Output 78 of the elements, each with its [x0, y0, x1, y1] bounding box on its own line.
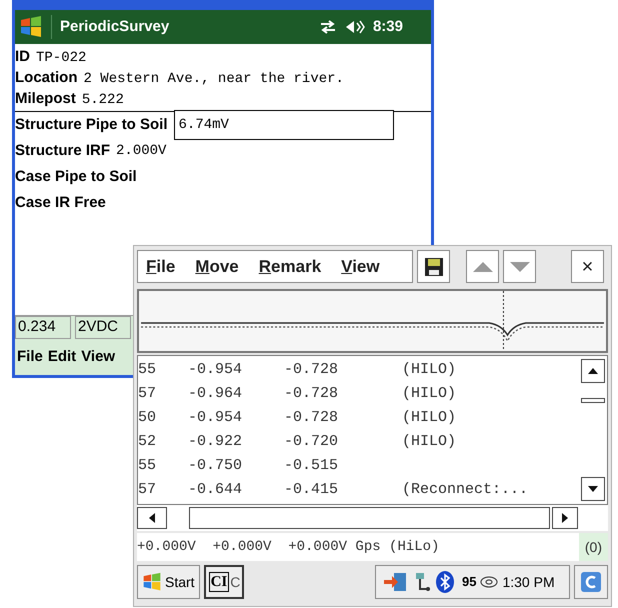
right-triangle-icon	[562, 513, 568, 523]
cursor-line	[502, 291, 504, 351]
table-cell-text: 55	[138, 456, 158, 476]
speaker-icon[interactable]	[344, 19, 365, 35]
menu-item[interactable]: View	[81, 346, 116, 368]
window-title: PeriodicSurvey	[60, 16, 170, 37]
down-triangle-icon	[510, 262, 530, 272]
table-cell-text: (HILO)	[402, 360, 458, 380]
table-cell-text: 52	[138, 432, 158, 452]
reading-label: Case IR Free	[15, 192, 106, 213]
menu-item[interactable]: File	[146, 254, 176, 280]
table-cell-text: 57	[138, 480, 158, 500]
bluetooth-icon[interactable]	[436, 571, 454, 593]
table-cell-text: (HILO)	[402, 408, 458, 428]
table-cell-text: -0.954	[187, 408, 244, 428]
scroll-left-button[interactable]	[137, 507, 167, 529]
menu-item[interactable]: Edit	[48, 346, 76, 368]
reading-value: 2.000V	[116, 142, 166, 160]
taskbar-app-button[interactable]: CI C	[204, 565, 244, 599]
menu-item[interactable]: Move	[195, 254, 239, 280]
clock: 8:39	[372, 16, 404, 37]
table-cell-text: (HILO)	[402, 432, 458, 452]
disc-icon[interactable]	[480, 575, 498, 589]
up-triangle-icon	[472, 262, 492, 272]
device-arrow-icon[interactable]	[384, 572, 408, 592]
table-cell-text: 55	[138, 360, 158, 380]
field-label: ID	[15, 47, 30, 67]
connection-arrows-icon[interactable]	[318, 19, 337, 35]
left-triangle-icon	[149, 513, 155, 523]
table-cell-text: -0.720	[284, 432, 340, 452]
up-button[interactable]	[466, 250, 499, 283]
table-cell-text: -0.728	[284, 384, 340, 404]
table-cell-text: -0.750	[187, 456, 244, 476]
status-cell: 2VDC	[75, 316, 131, 339]
save-button[interactable]	[417, 250, 450, 283]
reading-label: Structure IRF	[15, 140, 110, 161]
menu-item[interactable]: Remark	[258, 254, 322, 280]
table-cell-text: -0.415	[284, 480, 340, 500]
app-logo-icon: CI	[208, 572, 230, 592]
field-label: Location	[15, 68, 78, 88]
count-label: (0)	[578, 533, 608, 561]
start-button[interactable]: Start	[137, 565, 200, 599]
table-cell-text: -0.644	[187, 480, 244, 500]
table-cell-text: (Reconnect:...	[402, 480, 530, 500]
up-triangle-icon	[588, 368, 598, 374]
down-button[interactable]	[503, 250, 536, 283]
down-triangle-icon	[588, 486, 598, 492]
field-value: 5.222	[82, 91, 124, 110]
menu-item[interactable]: View	[341, 254, 380, 280]
status-cell: 0.234	[15, 316, 71, 339]
field-label: Milepost	[15, 89, 76, 109]
table-cell-text: -0.954	[187, 360, 244, 380]
table-cell-text: -0.728	[284, 408, 340, 428]
scroll-right-button[interactable]	[552, 507, 578, 529]
field-value: TP-022	[36, 49, 86, 68]
table-cell-text: 57	[138, 384, 158, 404]
table-cell-text: (HILO)	[402, 384, 458, 404]
menu-item[interactable]: File	[17, 346, 43, 368]
reading-input[interactable]: 6.74mV	[174, 110, 394, 140]
table-cell-text: -0.922	[187, 432, 244, 452]
clock: 1:30 PM	[502, 572, 555, 592]
battery-percent: 95	[462, 573, 476, 592]
table-cell-text: -0.964	[187, 384, 244, 404]
scroll-thumb[interactable]	[581, 398, 605, 402]
windows-flag-icon[interactable]	[19, 15, 43, 39]
scroll-down-button[interactable]	[581, 477, 605, 501]
keyboard-switch-button[interactable]	[574, 565, 608, 599]
close-button[interactable]: ×	[571, 250, 604, 283]
table-cell-text: -0.728	[284, 360, 340, 380]
scroll-up-button[interactable]	[581, 359, 605, 383]
reading-label: Case Pipe to Soil	[15, 166, 137, 187]
status-text: +0.000V +0.000V +0.000V Gps (HiLo)	[137, 538, 440, 556]
reading-label: Structure Pipe to Soil	[15, 114, 168, 135]
input-panel-icon	[580, 571, 602, 593]
windows-flag-icon	[142, 572, 162, 592]
table-cell-text: -0.515	[284, 456, 340, 476]
table-cell-text: 50	[138, 408, 158, 428]
field-value: 2 Western Ave., near the river.	[84, 70, 344, 89]
